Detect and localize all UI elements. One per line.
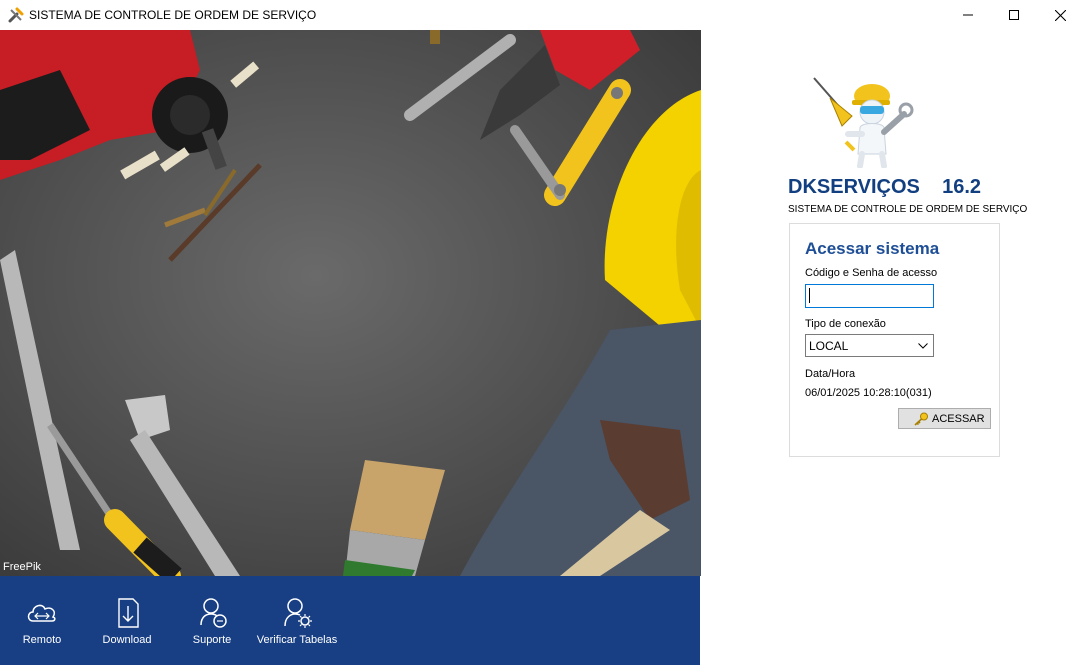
connection-type-select[interactable]: LOCAL <box>805 334 934 357</box>
tools-illustration <box>0 30 701 576</box>
login-title: Acessar sistema <box>805 239 940 258</box>
image-credit: FreePik <box>3 561 41 573</box>
support-icon <box>200 598 227 628</box>
support-label: Suporte <box>192 634 232 646</box>
brand-name: DKSERVIÇOS <box>788 176 920 198</box>
login-button-label: ACESSAR <box>932 413 985 425</box>
hero-image: FreePik <box>0 30 701 576</box>
brand-version: 16.2 <box>942 176 982 198</box>
check-tables-button[interactable]: Verificar Tabelas <box>253 576 341 665</box>
minimize-button[interactable] <box>945 0 991 30</box>
window-title: SISTEMA DE CONTROLE DE ORDEM DE SERVIÇO <box>29 8 317 22</box>
tools-icon <box>8 7 24 23</box>
check-tables-label: Verificar Tabelas <box>256 634 338 646</box>
cloud-sync-icon <box>27 604 56 622</box>
support-button[interactable]: Suporte <box>182 576 242 665</box>
mascot-worker-icon <box>813 77 914 168</box>
access-code-label: Código e Senha de acesso <box>805 267 938 279</box>
bottom-toolbar: Remoto Download Suporte Verificar Tabela… <box>0 576 700 665</box>
key-icon <box>914 412 928 426</box>
remote-label: Remoto <box>22 634 62 646</box>
brand-subtitle: SISTEMA DE CONTROLE DE ORDEM DE SERVIÇO <box>788 204 1028 215</box>
title-bar: SISTEMA DE CONTROLE DE ORDEM DE SERVIÇO <box>0 0 1083 30</box>
connection-type-label: Tipo de conexão <box>805 318 886 330</box>
close-icon <box>1054 9 1066 21</box>
brand-title: DKSERVIÇOS 16.2 <box>788 176 981 199</box>
login-panel: Acessar sistema Código e Senha de acesso… <box>789 223 1000 457</box>
maximize-icon <box>1009 10 1019 20</box>
close-button[interactable] <box>1037 0 1083 30</box>
text-caret <box>809 288 810 303</box>
remote-button[interactable]: Remoto <box>12 576 72 665</box>
connection-type-value: LOCAL <box>809 339 849 353</box>
download-button[interactable]: Download <box>97 576 157 665</box>
download-icon <box>118 598 139 628</box>
access-code-input[interactable] <box>805 284 934 308</box>
download-label: Download <box>102 634 152 646</box>
login-button[interactable]: ACESSAR <box>898 408 991 429</box>
minimize-icon <box>963 14 973 16</box>
maximize-button[interactable] <box>991 0 1037 30</box>
chevron-down-icon <box>918 343 928 349</box>
datetime-label: Data/Hora <box>805 368 856 380</box>
user-settings-icon <box>284 598 312 628</box>
datetime-value: 06/01/2025 10:28:10(031) <box>805 387 932 399</box>
